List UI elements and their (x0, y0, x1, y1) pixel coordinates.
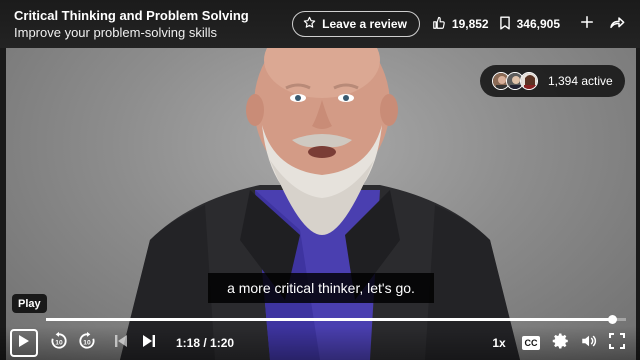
avatar (520, 72, 538, 90)
share-button[interactable] (604, 11, 630, 37)
volume-button[interactable] (576, 329, 602, 357)
forward-10-button[interactable]: 10 (74, 329, 100, 357)
star-icon (303, 16, 316, 32)
fullscreen-icon (609, 332, 625, 354)
presenter-video-frame (120, 22, 520, 360)
svg-text:10: 10 (55, 339, 63, 346)
captions-button[interactable]: CC (518, 329, 548, 357)
time-display: 1:18 / 1:20 (176, 336, 235, 350)
svg-text:10: 10 (83, 339, 91, 346)
course-subtitle: Improve your problem-solving skills (14, 24, 218, 40)
player-controls: 10 10 1:18 / 1:20 1x CC (0, 326, 640, 360)
leave-review-button[interactable]: Leave a review (292, 11, 420, 37)
playback-speed-button[interactable]: 1x (486, 329, 512, 357)
play-tooltip: Play (12, 294, 47, 313)
subtitle-caption: a more critical thinker, let's go. (208, 273, 434, 303)
add-button[interactable] (574, 11, 600, 37)
frame-border-left (0, 48, 6, 360)
forward-10-icon: 10 (77, 331, 97, 356)
volume-icon (580, 332, 598, 355)
like-button[interactable]: 19,852 (432, 16, 489, 33)
course-header: Critical Thinking and Problem Solving Im… (0, 0, 640, 48)
skip-next-icon (142, 334, 156, 353)
course-titles: Critical Thinking and Problem Solving Im… (14, 8, 292, 41)
bookmark-icon (499, 15, 511, 33)
save-button[interactable]: 346,905 (499, 15, 560, 33)
rewind-10-icon: 10 (49, 331, 69, 356)
skip-previous-icon (114, 334, 128, 353)
frame-border-right (636, 48, 640, 360)
next-button[interactable] (136, 329, 162, 357)
active-viewers-pill[interactable]: 1,394 active (480, 65, 625, 97)
previous-button[interactable] (108, 329, 134, 357)
plus-icon (580, 15, 594, 34)
fullscreen-button[interactable] (604, 329, 630, 357)
settings-button[interactable] (548, 329, 574, 357)
progress-fill (46, 318, 612, 321)
active-count: 1,394 active (548, 74, 613, 88)
course-title: Critical Thinking and Problem Solving (14, 7, 249, 23)
progress-handle[interactable] (607, 315, 617, 324)
video-player[interactable] (0, 0, 640, 360)
progress-bar[interactable] (46, 315, 626, 324)
play-button[interactable] (10, 329, 38, 357)
gear-icon (552, 332, 570, 355)
leave-review-label: Leave a review (322, 17, 407, 31)
rewind-10-button[interactable]: 10 (46, 329, 72, 357)
like-count: 19,852 (451, 17, 489, 31)
save-count: 346,905 (516, 17, 560, 31)
share-arrow-icon (609, 15, 625, 34)
play-icon (18, 334, 30, 353)
viewer-avatars (492, 72, 538, 90)
closed-captions-icon: CC (522, 336, 540, 350)
thumbs-up-icon (432, 16, 446, 33)
